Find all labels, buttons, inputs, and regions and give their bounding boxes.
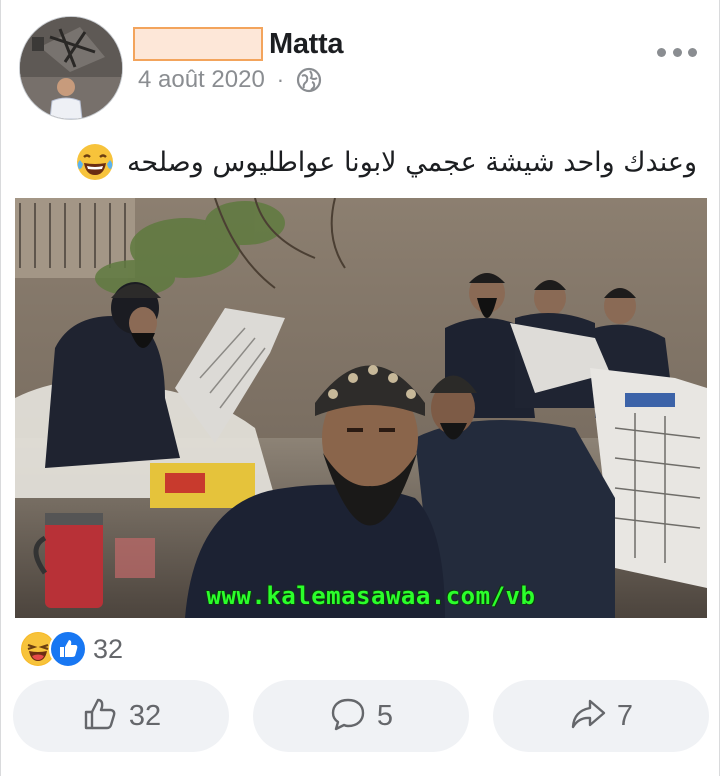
post-caption-row: وعندك واحد شيشة عجمي لابونا عواطليوس وصل…: [75, 140, 697, 184]
comment-bubble-icon: [329, 695, 367, 738]
like-button[interactable]: 32: [13, 680, 229, 752]
meta-separator: ·: [276, 67, 285, 92]
laughing-tears-emoji-icon: [75, 142, 115, 182]
globe-icon: [296, 67, 322, 93]
reaction-count[interactable]: 32: [93, 634, 123, 665]
post-caption: وعندك واحد شيشة عجمي لابونا عواطليوس وصل…: [126, 146, 697, 178]
like-count: 32: [128, 699, 162, 732]
photo-watermark: www.kalemasawaa.com/vb: [206, 582, 536, 610]
reactions-summary[interactable]: 32: [19, 628, 123, 670]
post-photo[interactable]: [15, 198, 707, 618]
share-arrow-icon: [569, 695, 607, 738]
post-actions: 32 5 7: [13, 680, 709, 752]
author-name[interactable]: Matta: [269, 28, 344, 61]
post-meta: 4 août 2020 ·: [138, 64, 322, 96]
avatar-image: [20, 17, 122, 119]
post-date[interactable]: 4 août 2020: [138, 66, 265, 94]
thumbs-up-icon: [81, 695, 119, 738]
like-reaction-icon: [49, 630, 87, 668]
redacted-name-block: [133, 27, 263, 61]
author-row: Matta: [133, 24, 344, 64]
share-button[interactable]: 7: [493, 680, 709, 752]
share-count: 7: [616, 699, 634, 732]
facebook-post-card: Matta 4 août 2020 · وعندك واحد شيشة عجمي…: [0, 0, 720, 776]
author-avatar[interactable]: [19, 16, 123, 120]
comment-count: 5: [376, 699, 394, 732]
comment-button[interactable]: 5: [253, 680, 469, 752]
more-options-icon[interactable]: [657, 40, 697, 64]
photo-illustration: [15, 198, 707, 618]
